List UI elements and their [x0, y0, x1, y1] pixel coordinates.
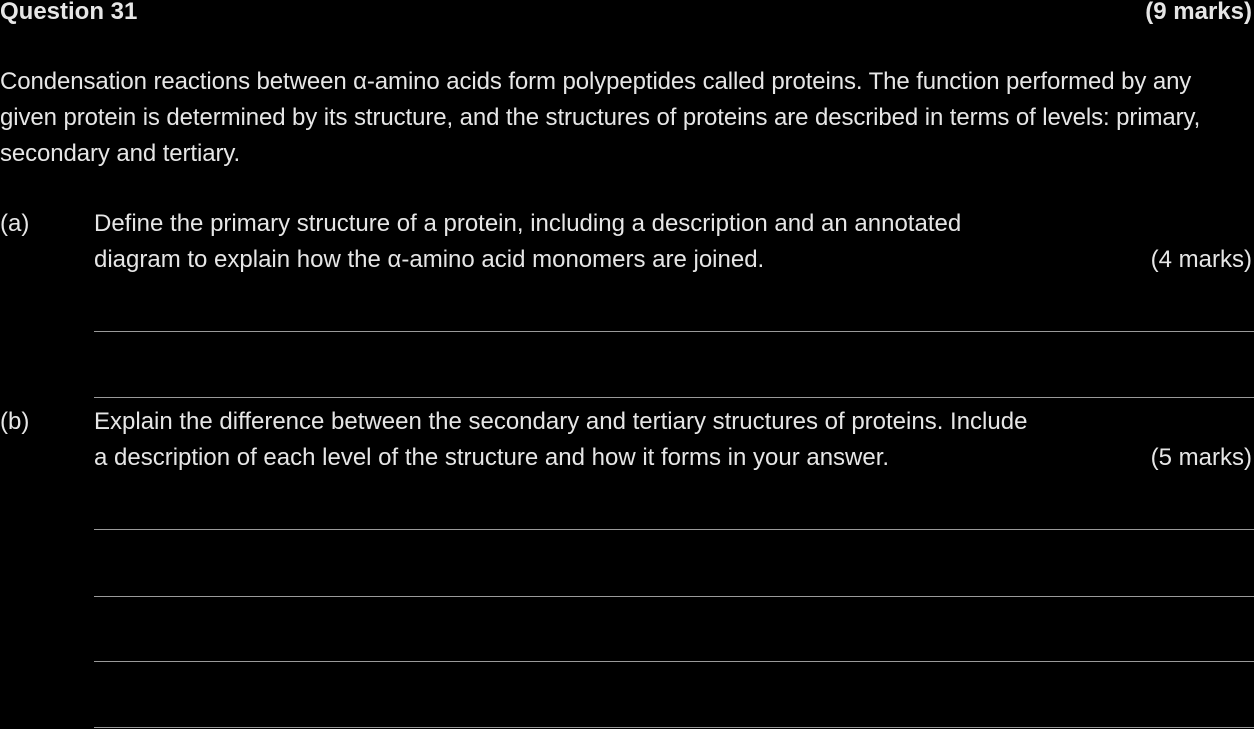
part-b-marks: (5 marks) — [1150, 444, 1252, 471]
part-a-marks: (4 marks) — [1150, 246, 1252, 273]
answer-line-a-2[interactable] — [94, 397, 1254, 398]
part-a-line-2-text: diagram to explain how the α-amino acid … — [94, 246, 765, 273]
part-a-text: Define the primary structure of a protei… — [94, 206, 1254, 278]
answer-line-b-1[interactable] — [94, 529, 1254, 530]
part-a-line-2: diagram to explain how the α-amino acid … — [94, 242, 1254, 278]
question-total-marks: (9 marks) — [1145, 0, 1252, 25]
question-intro: Condensation reactions between α-amino a… — [0, 68, 1201, 167]
part-b-line-2-text: a description of each level of the struc… — [94, 444, 890, 471]
part-a-label: (a) — [0, 210, 30, 237]
answer-line-b-2[interactable] — [94, 596, 1254, 597]
question-title: Question 31 — [0, 0, 138, 25]
answer-line-a-1[interactable] — [94, 331, 1254, 332]
part-a-line-1: Define the primary structure of a protei… — [94, 210, 962, 237]
part-b-line-1: Explain the difference between the secon… — [94, 408, 1028, 435]
answer-line-b-3[interactable] — [94, 661, 1254, 662]
part-b-text: Explain the difference between the secon… — [94, 404, 1254, 476]
answer-line-b-4[interactable] — [94, 727, 1254, 728]
part-b-label: (b) — [0, 408, 30, 435]
part-b-line-2: a description of each level of the struc… — [94, 440, 1254, 476]
question-header: Question 31 (9 marks) — [0, 0, 1254, 30]
